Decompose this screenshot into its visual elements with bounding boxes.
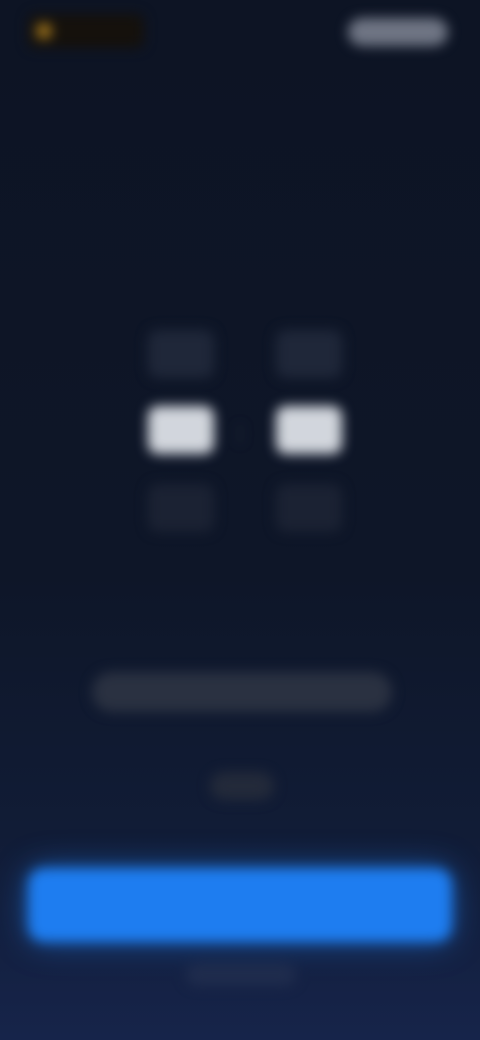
- brand-icon: [36, 23, 52, 39]
- footer-link[interactable]: [186, 964, 296, 986]
- blurred-screen: :: [0, 0, 480, 1040]
- hint-text: [92, 672, 392, 712]
- top-left-control[interactable]: [28, 14, 144, 48]
- picker-left-prev[interactable]: [148, 330, 214, 378]
- picker-left-next[interactable]: [148, 484, 214, 532]
- picker-column-left[interactable]: [148, 330, 214, 532]
- primary-button[interactable]: [28, 868, 452, 942]
- picker-separator: :: [236, 416, 244, 447]
- picker-right-current[interactable]: [276, 406, 342, 454]
- top-right-button[interactable]: [348, 18, 448, 46]
- time-picker[interactable]: :: [140, 330, 350, 532]
- secondary-text: [210, 772, 274, 800]
- picker-column-right[interactable]: [276, 330, 342, 532]
- picker-right-next[interactable]: [276, 484, 342, 532]
- picker-left-current[interactable]: [148, 406, 214, 454]
- picker-right-prev[interactable]: [276, 330, 342, 378]
